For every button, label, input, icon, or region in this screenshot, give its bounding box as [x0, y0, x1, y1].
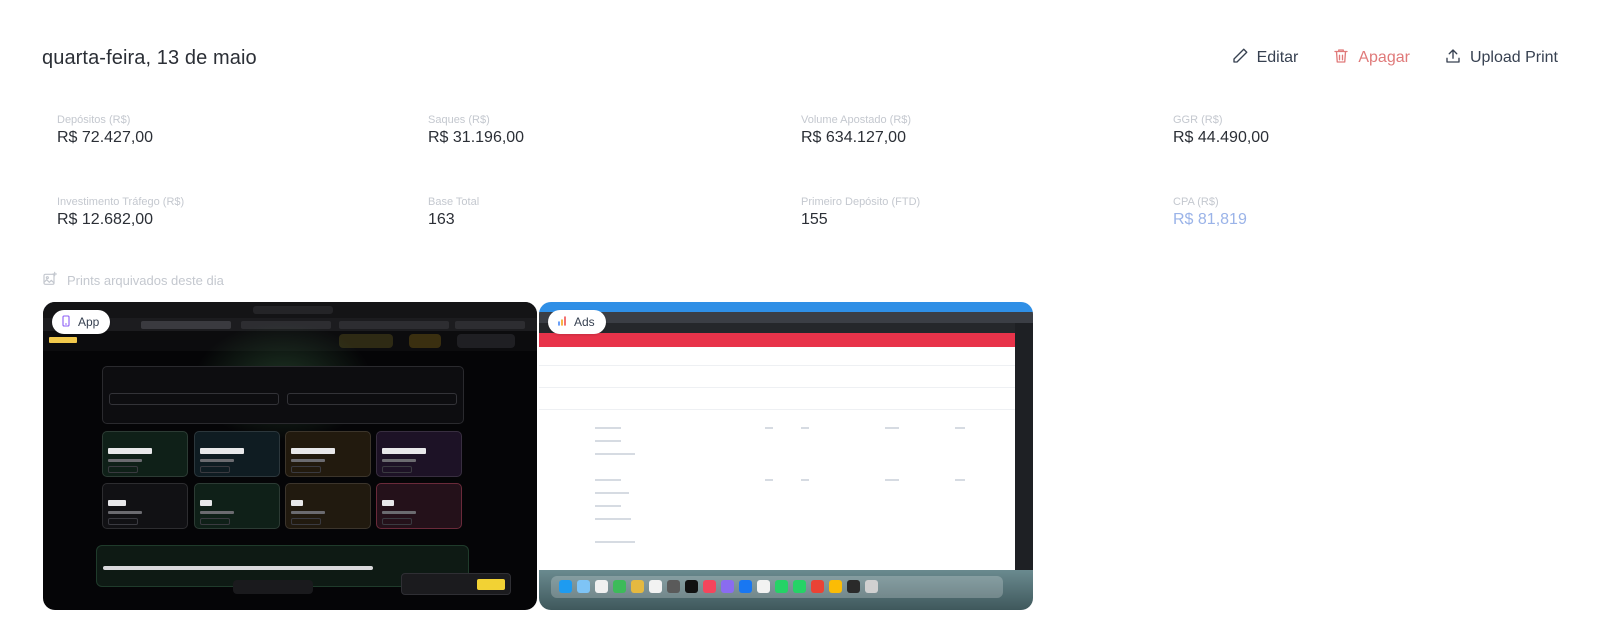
print-badge: App: [52, 310, 111, 334]
metric-cpa: CPA (R$) R$ 81,819: [1173, 196, 1533, 229]
metric-label: CPA (R$): [1173, 196, 1219, 208]
print-badge-label: App: [78, 315, 100, 329]
metric-label: Base Total: [428, 196, 480, 208]
metric-value: R$ 72.427,00: [57, 129, 154, 146]
bar-chart-icon: [556, 315, 568, 330]
phone-icon: [60, 314, 72, 330]
metric-label: Depósitos (R$): [57, 114, 131, 126]
print-thumbnail-app[interactable]: App: [43, 302, 537, 610]
metric-value: R$ 44.490,00: [1173, 129, 1270, 146]
metric-volume-apostado: Volume Apostado (R$) R$ 634.127,00: [801, 114, 1161, 147]
metric-label: Investimento Tráfego (R$): [57, 196, 185, 208]
metric-value: R$ 634.127,00: [801, 129, 906, 146]
screenshot-url-bar: [539, 323, 1033, 333]
metric-investimento-trafego: Investimento Tráfego (R$) R$ 12.682,00: [57, 196, 417, 229]
metric-base-total: Base Total 163: [428, 196, 788, 229]
metric-ftd: Primeiro Depósito (FTD) 155: [801, 196, 1161, 229]
page-title: quarta-feira, 13 de maio: [42, 46, 257, 69]
screenshot-menubar: [539, 302, 1033, 312]
screenshot-app-logo: [49, 337, 77, 343]
edit-label: Editar: [1256, 49, 1299, 66]
metric-ggr: GGR (R$) R$ 44.490,00: [1173, 114, 1533, 147]
metric-saques: Saques (R$) R$ 31.196,00: [428, 114, 788, 147]
pencil-icon: [1231, 47, 1249, 70]
trash-icon: [1332, 47, 1350, 70]
metric-label: Primeiro Depósito (FTD): [801, 196, 921, 208]
prints-title-label: Prints arquivados deste dia: [67, 273, 224, 288]
metric-value: 155: [801, 211, 828, 228]
metric-value: R$ 81,819: [1173, 211, 1247, 228]
metric-label: GGR (R$): [1173, 114, 1223, 126]
image-icon: [42, 271, 58, 290]
screenshot-ads-table: [539, 347, 1015, 570]
print-thumbnail-ads[interactable]: Ads: [539, 302, 1033, 610]
prints-section-title: Prints arquivados deste dia: [42, 271, 224, 290]
metric-value: R$ 12.682,00: [57, 211, 154, 228]
metric-value: 163: [428, 211, 455, 228]
screenshot-toast: [401, 573, 511, 595]
header-actions: Editar Apagar Upload Print: [1231, 47, 1558, 70]
screenshot-browser-tabs: [539, 312, 1033, 323]
metric-label: Saques (R$): [428, 114, 490, 126]
screenshot-browser-bar: [43, 302, 537, 318]
metric-value: R$ 31.196,00: [428, 129, 525, 146]
screenshot-dock: [539, 570, 1033, 610]
day-header: quarta-feira, 13 de maio Editar Apagar U…: [42, 44, 1558, 72]
screenshot-period-panel: [102, 366, 464, 424]
screenshot-alert-banner: [539, 333, 1015, 347]
print-badge: Ads: [548, 310, 606, 334]
print-badge-label: Ads: [574, 315, 595, 329]
metric-label: Volume Apostado (R$): [801, 114, 912, 126]
upload-icon: [1444, 47, 1462, 70]
delete-button[interactable]: Apagar: [1332, 47, 1410, 70]
metric-depositos: Depósitos (R$) R$ 72.427,00: [57, 114, 417, 147]
delete-label: Apagar: [1358, 49, 1410, 66]
upload-print-button[interactable]: Upload Print: [1444, 47, 1558, 70]
edit-button[interactable]: Editar: [1231, 47, 1299, 70]
upload-label: Upload Print: [1469, 49, 1558, 66]
